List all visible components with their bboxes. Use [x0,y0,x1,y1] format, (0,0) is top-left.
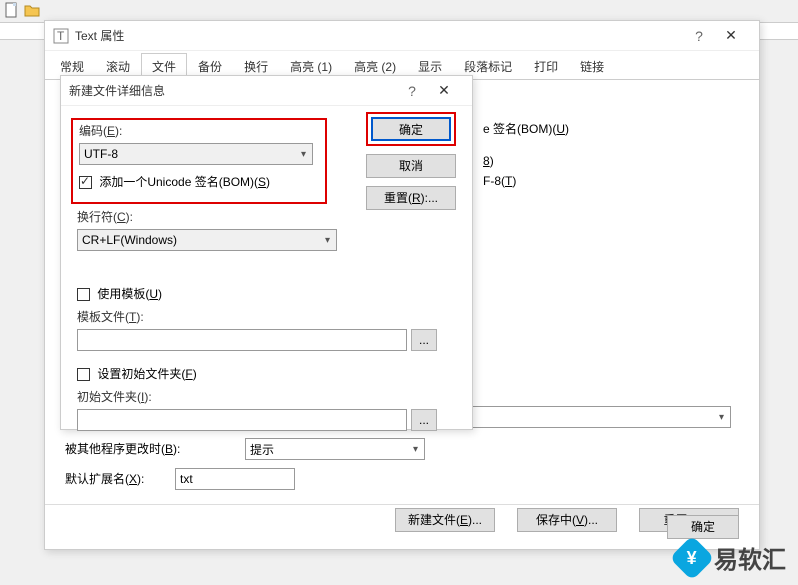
sub-reset-button[interactable]: 重置(R):... [366,186,456,210]
template-label: 使用模板(U) [97,287,162,301]
chevron-down-icon: ▾ [413,444,418,455]
encoding-highlight-box: 编码(E): UTF-8 ▾ 添加一个Unicode 签名(BOM)(S) [71,118,327,204]
folder-checkbox[interactable] [77,368,90,381]
new-file-details-dialog: 新建文件详细信息 ? ✕ 编码(E): UTF-8 ▾ 添加一个Unicode … [60,75,473,430]
newline-label: 换行符(C): [77,208,456,225]
chevron-down-icon: ▾ [719,412,724,423]
tab-link[interactable]: 链接 [569,53,615,79]
template-browse-button[interactable]: ... [411,329,437,351]
bom-checkbox[interactable] [79,176,92,189]
app-toolbar [0,0,798,22]
sub-cancel-button[interactable]: 取消 [366,154,456,178]
bom-label: 添加一个Unicode 签名(BOM)(S) [99,175,270,189]
template-checkbox[interactable] [77,288,90,301]
init-folder-label: 初始文件夹(I): [77,388,456,405]
logo-icon: ¥ [669,535,714,580]
ok-highlight-box: 确定 [366,112,456,146]
folder-checkbox-row[interactable]: 设置初始文件夹(F) [77,365,456,382]
tab-print[interactable]: 打印 [523,53,569,79]
template-checkbox-row[interactable]: 使用模板(U) [77,285,456,302]
ext-value: txt [180,472,193,486]
text-properties-titlebar: T Text 属性 ? ✕ [45,21,759,51]
watermark-logo: ¥ 易软汇 [676,540,786,575]
svg-text:T: T [57,29,65,43]
open-folder-icon[interactable] [24,2,42,20]
sub-close-button[interactable]: ✕ [424,82,464,99]
sub-help-button[interactable]: ? [400,83,424,99]
help-button[interactable]: ? [687,28,711,44]
app-icon: T [53,28,69,44]
template-file-input[interactable] [77,329,407,351]
sub-body: 编码(E): UTF-8 ▾ 添加一个Unicode 签名(BOM)(S) 换行… [61,106,472,443]
folder-browse-button[interactable]: ... [411,409,437,431]
ext-input[interactable]: txt [175,468,295,490]
ext-label: 默认扩展名(X): [65,470,144,487]
main-ok-button[interactable]: 确定 [667,515,739,539]
chevron-down-icon: ▾ [325,235,330,246]
close-button[interactable]: ✕ [711,27,751,44]
bom-checkbox-row[interactable]: 添加一个Unicode 签名(BOM)(S) [79,171,319,192]
sub-ok-button[interactable]: 确定 [371,117,451,141]
sub-title: 新建文件详细信息 [69,82,400,99]
newline-dropdown[interactable]: CR+LF(Windows) ▾ [77,229,337,251]
encoding-dropdown[interactable]: UTF-8 ▾ [79,143,313,165]
template-file-label: 模板文件(T): [77,308,456,325]
init-folder-input[interactable] [77,409,407,431]
logo-text: 易软汇 [714,540,786,575]
encoding-label: 编码(E): [79,122,319,139]
new-doc-icon[interactable] [4,2,22,20]
folder-label: 设置初始文件夹(F) [97,367,196,381]
partial-8-label: 8) [483,154,494,168]
partial-bom-label: e 签名(BOM)(U) [483,120,569,137]
modified-value: 提示 [250,441,274,458]
partial-utf8-label: F-8(T) [483,174,516,188]
chevron-down-icon: ▾ [301,149,306,160]
newline-value: CR+LF(Windows) [82,233,177,247]
dialog-title: Text 属性 [75,27,687,44]
encoding-value: UTF-8 [84,147,118,161]
sub-titlebar: 新建文件详细信息 ? ✕ [61,76,472,106]
